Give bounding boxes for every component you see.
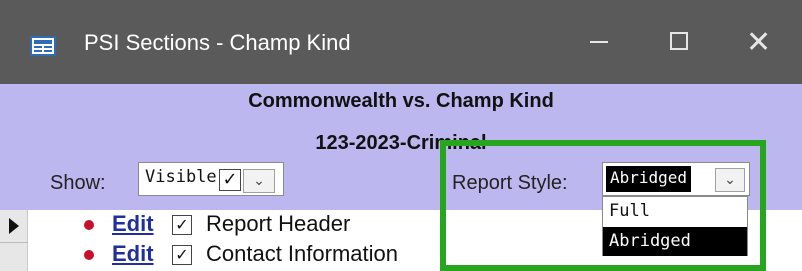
section-checkbox[interactable]: ✓ <box>172 215 192 235</box>
chevron-down-icon: ⌄ <box>253 173 265 189</box>
show-value: Visible <box>145 167 217 187</box>
report-style-value: Abridged <box>606 166 692 192</box>
show-checkbox[interactable]: ✓ <box>219 169 241 191</box>
close-icon: ✕ <box>746 25 772 60</box>
close-button[interactable]: ✕ <box>726 18 786 66</box>
section-label: Report Header <box>206 211 351 236</box>
record-selector[interactable] <box>0 210 28 271</box>
edit-link[interactable]: Edit <box>112 211 154 237</box>
report-style-label: Report Style: <box>452 172 568 194</box>
section-checkbox[interactable]: ✓ <box>172 245 192 265</box>
show-combo[interactable]: Visible ✓ ⌄ <box>138 162 284 196</box>
case-title: Commonwealth vs. Champ Kind <box>248 90 554 112</box>
show-label: Show: <box>50 172 106 194</box>
selector-divider <box>0 242 28 243</box>
report-style-combo[interactable]: Abridged ⌄ <box>602 162 750 196</box>
minimize-icon <box>590 41 608 43</box>
dropdown-option-full[interactable]: Full <box>603 197 747 226</box>
edit-link[interactable]: Edit <box>112 241 154 267</box>
show-dropdown-button[interactable]: ⌄ <box>243 169 275 193</box>
record-pointer-icon <box>9 218 19 234</box>
maximize-icon <box>670 32 688 50</box>
case-number: 123-2023-Criminal <box>315 132 487 154</box>
minimize-button[interactable] <box>568 18 628 66</box>
dropdown-option-abridged[interactable]: Abridged <box>603 227 747 256</box>
bullet-icon <box>84 250 94 260</box>
bullet-icon <box>84 220 94 230</box>
report-style-dropdown-list[interactable]: Full Abridged <box>602 196 748 256</box>
section-label: Contact Information <box>206 241 398 266</box>
maximize-button[interactable] <box>648 18 708 66</box>
chevron-down-icon: ⌄ <box>724 172 736 188</box>
report-style-dropdown-button[interactable]: ⌄ <box>715 168 745 192</box>
form-icon <box>30 36 56 56</box>
window-title: PSI Sections - Champ Kind <box>84 30 351 55</box>
header-band: Commonwealth vs. Champ Kind 123-2023-Cri… <box>0 84 802 210</box>
title-bar: PSI Sections - Champ Kind ✕ <box>0 0 802 84</box>
